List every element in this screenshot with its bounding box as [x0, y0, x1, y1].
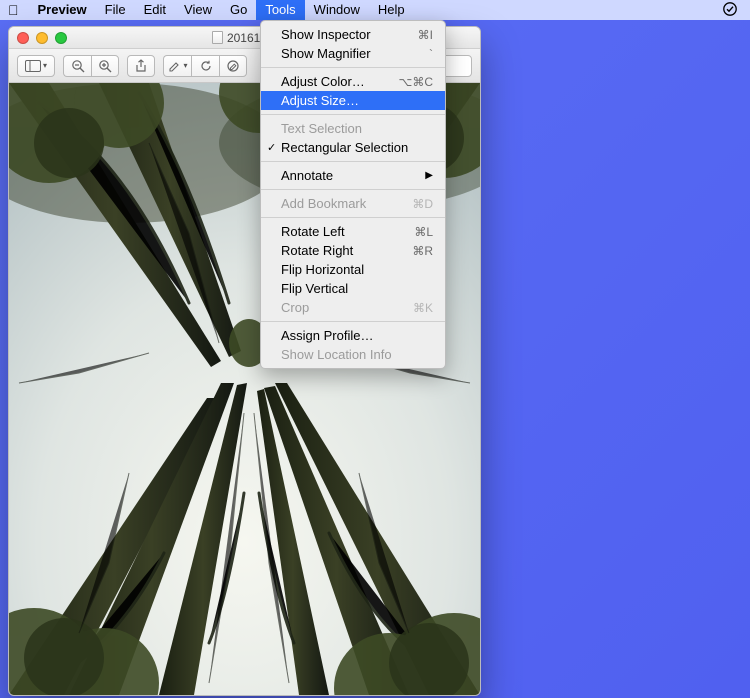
toolbar-zoom-in-button[interactable]	[91, 55, 119, 77]
menu-item-shortcut: ⌘R	[412, 244, 433, 258]
submenu-arrow-icon: ▶	[425, 170, 433, 181]
menu-item-label: Adjust Size…	[281, 93, 433, 108]
menu-item-annotate[interactable]: Annotate▶	[261, 166, 445, 185]
menu-item-rotate-right[interactable]: Rotate Right⌘R	[261, 241, 445, 260]
zoom-out-icon	[71, 59, 85, 73]
menu-item-label: Flip Vertical	[281, 281, 433, 296]
menu-item-adjust-size[interactable]: Adjust Size…	[261, 91, 445, 110]
menu-item-label: Add Bookmark	[281, 196, 412, 211]
zoom-in-icon	[98, 59, 112, 73]
menu-file[interactable]: File	[96, 0, 135, 20]
menu-item-shortcut: ⌘D	[412, 197, 433, 211]
toolbar-share-button[interactable]	[127, 55, 155, 77]
menu-item-label: Flip Horizontal	[281, 262, 433, 277]
menu-item-label: Rectangular Selection	[281, 140, 433, 155]
menu-item-label: Text Selection	[281, 121, 433, 136]
chevron-down-icon: ▾	[183, 61, 187, 70]
menubar:  Preview File Edit View Go Tools Window…	[0, 0, 750, 20]
toolbar-annotate-group: ▾	[163, 55, 247, 77]
menu-item-text-selection: Text Selection	[261, 119, 445, 138]
toolbar-zoom-out-button[interactable]	[63, 55, 91, 77]
menu-item-rotate-left[interactable]: Rotate Left⌘L	[261, 222, 445, 241]
menu-item-label: Annotate	[281, 168, 425, 183]
menu-app-name[interactable]: Preview	[29, 0, 96, 20]
menu-item-crop: Crop⌘K	[261, 298, 445, 317]
menu-item-shortcut: ⌘I	[418, 28, 433, 42]
markup-icon	[226, 59, 240, 73]
toolbar-zoom-group	[63, 55, 119, 77]
menu-item-shortcut: `	[429, 47, 433, 61]
menu-item-label: Rotate Right	[281, 243, 412, 258]
menu-item-rectangular-selection[interactable]: ✓ Rectangular Selection	[261, 138, 445, 157]
apple-menu-icon[interactable]: 	[8, 2, 19, 18]
check-icon: ✓	[267, 141, 276, 154]
document-icon	[212, 31, 223, 44]
chevron-down-icon: ▾	[43, 61, 47, 70]
menu-go[interactable]: Go	[221, 0, 256, 20]
menu-item-show-magnifier[interactable]: Show Magnifier`	[261, 44, 445, 63]
menu-item-shortcut: ⌘L	[414, 225, 433, 239]
menu-item-label: Adjust Color…	[281, 74, 399, 89]
sidebar-icon	[25, 60, 41, 72]
menu-item-label: Show Magnifier	[281, 46, 429, 61]
toolbar-sidebar-button[interactable]: ▾	[17, 55, 55, 77]
menu-help[interactable]: Help	[369, 0, 414, 20]
menu-item-adjust-color[interactable]: Adjust Color…⌥⌘C	[261, 72, 445, 91]
menu-item-add-bookmark: Add Bookmark⌘D	[261, 194, 445, 213]
tools-dropdown: Show Inspector⌘IShow Magnifier`Adjust Co…	[260, 20, 446, 369]
share-icon	[135, 59, 147, 73]
menu-item-label: Show Location Info	[281, 347, 433, 362]
menu-view[interactable]: View	[175, 0, 221, 20]
menu-tools[interactable]: Tools	[256, 0, 304, 20]
menu-item-show-inspector[interactable]: Show Inspector⌘I	[261, 25, 445, 44]
menu-edit[interactable]: Edit	[135, 0, 175, 20]
menu-window[interactable]: Window	[305, 0, 369, 20]
menu-item-label: Crop	[281, 300, 413, 315]
menu-item-shortcut: ⌘K	[413, 301, 433, 315]
menu-item-flip-vertical[interactable]: Flip Vertical	[261, 279, 445, 298]
toolbar-rotate-button[interactable]	[191, 55, 219, 77]
menu-item-label: Assign Profile…	[281, 328, 433, 343]
menu-item-flip-horizontal[interactable]: Flip Horizontal	[261, 260, 445, 279]
rotate-icon	[199, 59, 213, 73]
highlight-icon	[167, 59, 181, 73]
menu-item-label: Rotate Left	[281, 224, 414, 239]
menubar-tray-icon[interactable]	[718, 1, 742, 20]
menu-item-show-location-info: Show Location Info	[261, 345, 445, 364]
toolbar-markup-button[interactable]	[219, 55, 247, 77]
menu-item-label: Show Inspector	[281, 27, 418, 42]
toolbar-highlight-button[interactable]: ▾	[163, 55, 191, 77]
menu-item-assign-profile[interactable]: Assign Profile…	[261, 326, 445, 345]
menu-item-shortcut: ⌥⌘C	[399, 75, 434, 89]
